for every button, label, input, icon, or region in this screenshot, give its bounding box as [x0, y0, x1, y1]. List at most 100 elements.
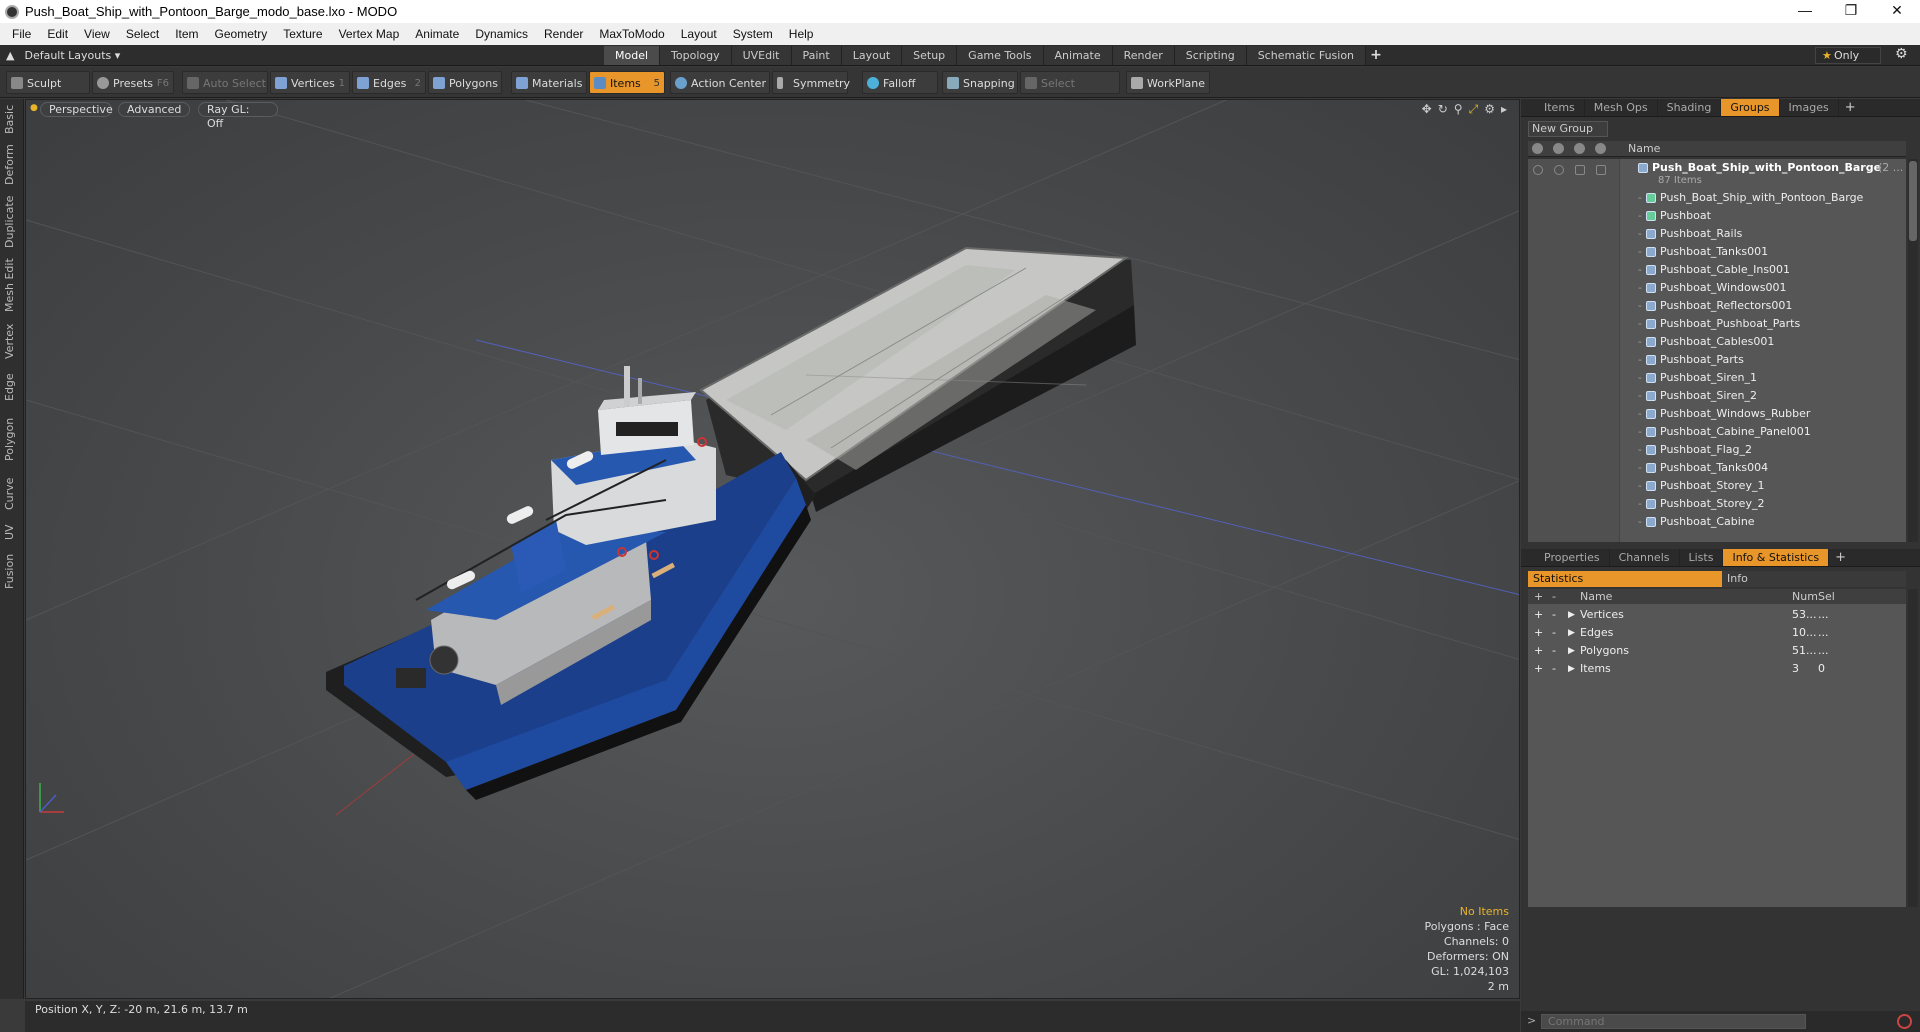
- left-tab-deform[interactable]: Deform: [3, 143, 21, 187]
- tab-properties[interactable]: Properties: [1535, 549, 1610, 566]
- table-row[interactable]: + - ▶ Polygons 51... ...: [1528, 642, 1906, 660]
- list-item[interactable]: - Push_Boat_Ship_with_Pontoon_Barge: [1528, 189, 1906, 207]
- list-item[interactable]: - Pushboat_Siren_2: [1528, 387, 1906, 405]
- minimize-icon[interactable]: —: [1782, 0, 1828, 23]
- menu-system[interactable]: System: [725, 27, 781, 41]
- list-item[interactable]: - Pushboat_Flag_2: [1528, 441, 1906, 459]
- table-row[interactable]: + - ▶ Items 3 0: [1528, 660, 1906, 678]
- tab-info-statistics[interactable]: Info & Statistics: [1723, 549, 1830, 566]
- add-row-icon[interactable]: +: [1534, 660, 1543, 678]
- tab-paint[interactable]: Paint: [791, 46, 842, 65]
- table-row[interactable]: + - ▶ Vertices 53... ...: [1528, 606, 1906, 624]
- left-tab-basic[interactable]: Basic: [3, 103, 21, 135]
- menu-geometry[interactable]: Geometry: [207, 27, 276, 41]
- perspective-button[interactable]: Perspective: [40, 102, 113, 117]
- tab-game-tools[interactable]: Game Tools: [957, 46, 1044, 65]
- groups-scrollbar[interactable]: [1908, 159, 1918, 542]
- left-tab-mesh-edit[interactable]: Mesh Edit: [3, 257, 21, 313]
- vertices-button[interactable]: Vertices 1: [270, 71, 350, 94]
- menu-layout[interactable]: Layout: [673, 27, 725, 41]
- tab-channels[interactable]: Channels: [1610, 549, 1680, 566]
- menu-view[interactable]: View: [76, 27, 118, 41]
- menu-file[interactable]: File: [4, 27, 39, 41]
- snapping-button[interactable]: Snapping: [942, 71, 1018, 94]
- tab-items[interactable]: Items: [1535, 99, 1585, 116]
- sculpt-button[interactable]: Sculpt: [6, 71, 90, 94]
- zoom-view-icon[interactable]: ⚲: [1454, 102, 1463, 117]
- add-props-tab-icon[interactable]: +: [1829, 549, 1852, 566]
- menu-vertex-map[interactable]: Vertex Map: [331, 27, 408, 41]
- add-tab-icon[interactable]: +: [1366, 46, 1386, 65]
- tab-topology[interactable]: Topology: [660, 46, 732, 65]
- menu-maxtomodo[interactable]: MaxToModo: [591, 27, 672, 41]
- add-header-icon[interactable]: +: [1534, 589, 1543, 604]
- materials-button[interactable]: Materials: [511, 71, 587, 94]
- only-toggle[interactable]: ★ Only: [1815, 47, 1881, 64]
- polygons-button[interactable]: Polygons: [428, 71, 502, 94]
- tab-shading[interactable]: Shading: [1658, 99, 1722, 116]
- record-macro-icon[interactable]: [1897, 1014, 1912, 1029]
- expand-icon[interactable]: ▶: [1568, 642, 1575, 660]
- left-tab-uv[interactable]: UV: [3, 519, 21, 545]
- advanced-button[interactable]: Advanced: [118, 102, 190, 117]
- layout-collapse-icon[interactable]: ▲: [6, 49, 14, 62]
- list-item[interactable]: - Pushboat_Windows_Rubber: [1528, 405, 1906, 423]
- list-item[interactable]: - Pushboat_Cabine_Panel001: [1528, 423, 1906, 441]
- tab-lists[interactable]: Lists: [1680, 549, 1724, 566]
- list-item[interactable]: - Pushboat_Rails: [1528, 225, 1906, 243]
- add-row-icon[interactable]: +: [1534, 624, 1543, 642]
- remove-row-icon[interactable]: -: [1552, 660, 1556, 678]
- list-item[interactable]: - Pushboat_Cable_Ins001: [1528, 261, 1906, 279]
- list-item[interactable]: - Pushboat_Windows001: [1528, 279, 1906, 297]
- left-tab-edge[interactable]: Edge: [3, 367, 21, 407]
- list-item[interactable]: - Pushboat_Cables001: [1528, 333, 1906, 351]
- menu-help[interactable]: Help: [781, 27, 822, 41]
- menu-edit[interactable]: Edit: [39, 27, 76, 41]
- remove-row-icon[interactable]: -: [1552, 624, 1556, 642]
- menu-item[interactable]: Item: [167, 27, 206, 41]
- list-item[interactable]: - Pushboat_Reflectors001: [1528, 297, 1906, 315]
- select-through-button[interactable]: Select Through: [1020, 71, 1120, 113]
- 3d-viewport[interactable]: ● Perspective Advanced Ray GL: Off ✥ ↻ ⚲…: [25, 99, 1520, 999]
- left-tab-polygon[interactable]: Polygon: [3, 411, 21, 467]
- tab-uvedit[interactable]: UVEdit: [731, 46, 792, 65]
- viewport-menu-icon[interactable]: ●: [30, 103, 38, 113]
- group-root[interactable]: Push_Boat_Ship_with_Pontoon_Barge (2 ...…: [1528, 161, 1906, 187]
- menu-dynamics[interactable]: Dynamics: [467, 27, 536, 41]
- tab-mesh-ops[interactable]: Mesh Ops: [1585, 99, 1658, 116]
- tab-schematic-fusion[interactable]: Schematic Fusion: [1246, 46, 1367, 65]
- tab-images[interactable]: Images: [1780, 99, 1839, 116]
- table-row[interactable]: + - ▶ Edges 10... ...: [1528, 624, 1906, 642]
- new-group-button[interactable]: New Group: [1528, 121, 1608, 137]
- lock-header-icon[interactable]: [1574, 143, 1585, 154]
- left-tab-fusion[interactable]: Fusion: [3, 549, 21, 593]
- viewport-settings-icon[interactable]: ⚙: [1484, 102, 1495, 117]
- tab-model[interactable]: Model: [604, 46, 661, 65]
- left-tab-curve[interactable]: Curve: [3, 473, 21, 515]
- add-row-icon[interactable]: +: [1534, 642, 1543, 660]
- list-item[interactable]: - Pushboat: [1528, 207, 1906, 225]
- fit-view-icon[interactable]: ⤢: [1469, 102, 1479, 117]
- raygl-button[interactable]: Ray GL: Off: [198, 102, 278, 130]
- left-tab-duplicate[interactable]: Duplicate: [3, 195, 21, 249]
- list-item[interactable]: - Pushboat_Storey_1: [1528, 477, 1906, 495]
- menu-texture[interactable]: Texture: [275, 27, 330, 41]
- menu-render[interactable]: Render: [536, 27, 591, 41]
- tab-render[interactable]: Render: [1112, 46, 1175, 65]
- statistics-tab[interactable]: Statistics: [1528, 571, 1722, 587]
- tab-setup[interactable]: Setup: [902, 46, 958, 65]
- tab-groups[interactable]: Groups: [1721, 99, 1780, 116]
- add-panel-tab-icon[interactable]: +: [1839, 99, 1862, 116]
- tab-scripting[interactable]: Scripting: [1174, 46, 1247, 65]
- add-row-icon[interactable]: +: [1534, 606, 1543, 624]
- remove-header-icon[interactable]: -: [1552, 589, 1556, 604]
- groups-scroll-thumb[interactable]: [1909, 161, 1917, 241]
- list-item[interactable]: - Pushboat_Siren_1: [1528, 369, 1906, 387]
- visibility-header-icon[interactable]: [1532, 143, 1543, 154]
- command-input[interactable]: [1541, 1014, 1806, 1029]
- workplane-button[interactable]: WorkPlane: [1126, 71, 1210, 94]
- items-button[interactable]: Items 5: [589, 71, 665, 94]
- list-item[interactable]: - Pushboat_Parts: [1528, 351, 1906, 369]
- close-icon[interactable]: ✕: [1874, 0, 1920, 23]
- falloff-button[interactable]: Falloff: [862, 71, 938, 94]
